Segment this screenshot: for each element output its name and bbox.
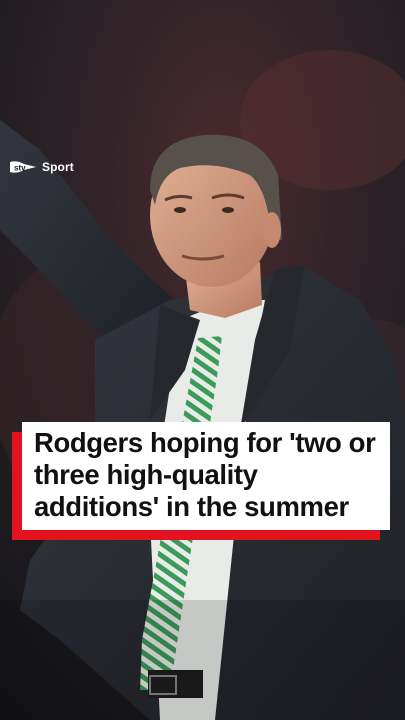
headline-text: Rodgers hoping for 'two or three high-qu… bbox=[34, 427, 376, 522]
headline-box: Rodgers hoping for 'two or three high-qu… bbox=[22, 422, 390, 530]
brand-label: Sport bbox=[42, 160, 74, 174]
story-card[interactable]: stv Sport Rodgers hoping for 'two or thr… bbox=[0, 0, 405, 720]
stv-sport-branding: stv Sport bbox=[8, 157, 74, 177]
headline-card: Rodgers hoping for 'two or three high-qu… bbox=[12, 422, 390, 540]
hero-photo bbox=[0, 0, 405, 720]
svg-text:stv: stv bbox=[14, 164, 26, 173]
stv-logo-icon: stv bbox=[10, 161, 36, 173]
manager-waving-image bbox=[0, 0, 405, 720]
